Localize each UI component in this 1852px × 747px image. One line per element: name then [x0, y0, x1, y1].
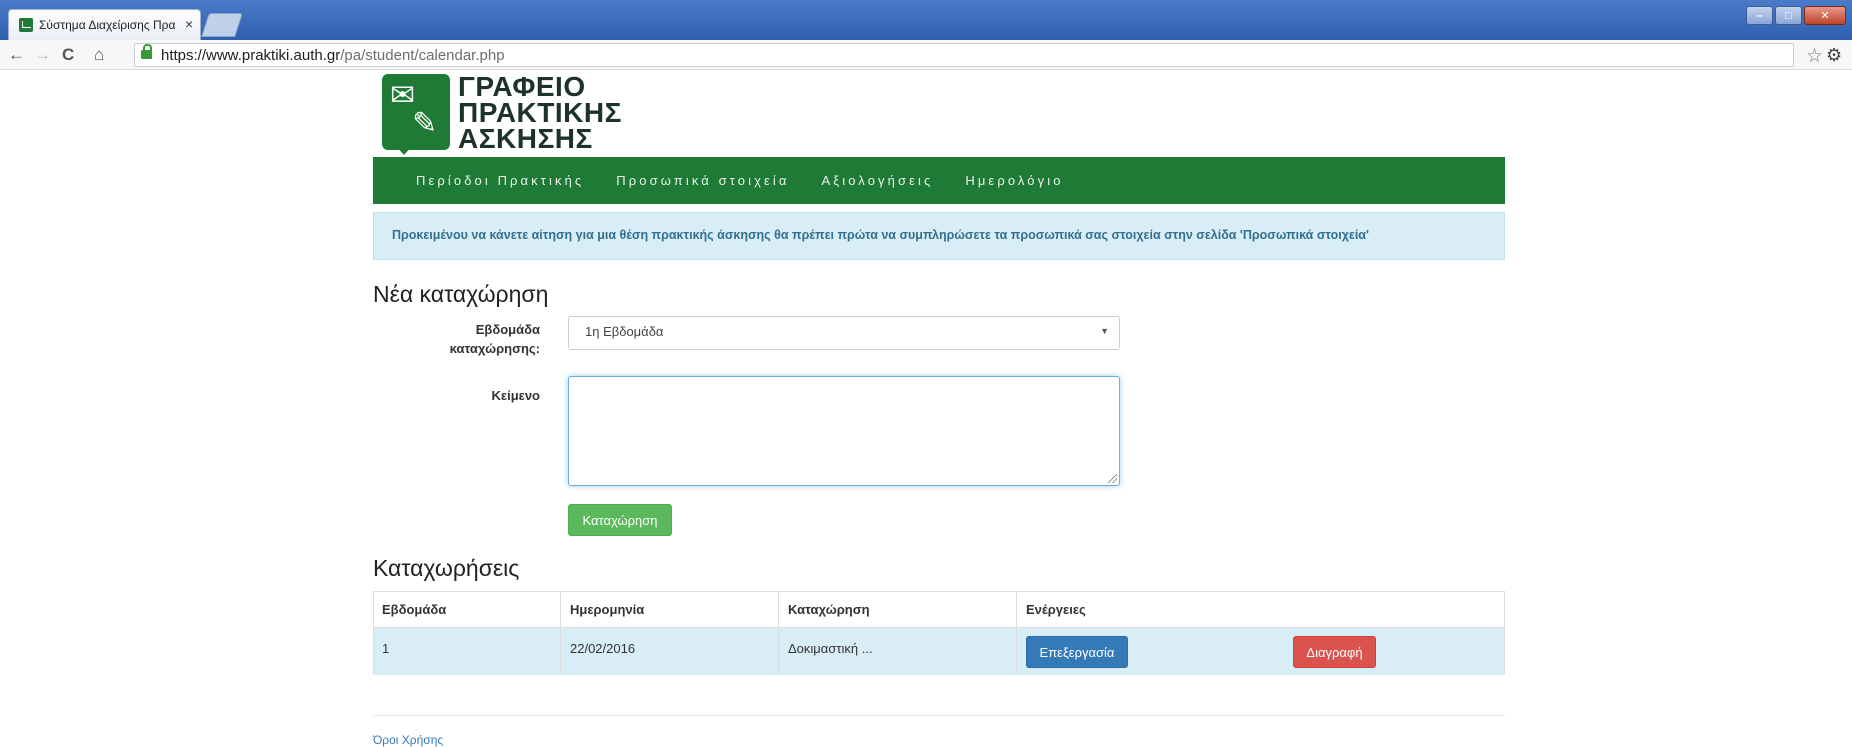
- browser-titlebar: Σύστημα Διαχείρισης Πρα × – □ ✕: [0, 0, 1852, 40]
- browser-menu-icon[interactable]: ⋮: [1846, 46, 1852, 66]
- browser-toolbar: ← → C ⌂ https://www.praktiki.auth.gr/pa/…: [0, 40, 1852, 70]
- main-navbar: Περίοδοι Πρακτικής Προσωπικά στοιχεία Αξ…: [373, 157, 1505, 204]
- home-icon[interactable]: ⌂: [94, 45, 104, 65]
- browser-tab[interactable]: Σύστημα Διαχείρισης Πρα ×: [8, 9, 201, 40]
- col-header-date: Ημερομηνία: [570, 602, 645, 617]
- cell-entry: Δοκιμαστική ...: [788, 641, 873, 656]
- edit-entry-button[interactable]: Επεξεργασία: [1026, 636, 1128, 668]
- url-text: https://www.praktiki.auth.gr/pa/student/…: [161, 47, 505, 64]
- text-label: Κείμενο: [491, 388, 540, 403]
- site-logo-text: ΓΡΑΦΕΙΟ ΠΡΑΚΤΙΚΗΣ ΑΣΚΗΣΗΣ: [458, 73, 622, 154]
- logo-line-3: ΑΣΚΗΣΗΣ: [458, 123, 593, 154]
- minimize-button[interactable]: –: [1746, 6, 1773, 25]
- resize-handle[interactable]: [1108, 474, 1117, 483]
- caret-down-icon: ▼: [1100, 326, 1109, 336]
- nav-item-personal-info[interactable]: Προσωπικά στοιχεία: [616, 173, 789, 188]
- info-alert: Προκειμένου να κάνετε αίτηση για μια θέσ…: [373, 212, 1505, 260]
- week-label: Εβδομάδα καταχώρησης:: [400, 320, 540, 358]
- delete-entry-button[interactable]: Διαγραφή: [1293, 636, 1376, 668]
- tab-close-icon[interactable]: ×: [185, 16, 193, 32]
- nav-item-evaluations[interactable]: Αξιολογήσεις: [822, 173, 934, 188]
- column-divider: [560, 592, 561, 674]
- window-close-button[interactable]: ✕: [1804, 6, 1846, 25]
- maximize-button[interactable]: □: [1775, 6, 1802, 25]
- site-favicon-icon: [19, 18, 33, 32]
- tab-title: Σύστημα Διαχείρισης Πρα: [39, 18, 176, 32]
- lock-icon: [141, 44, 152, 59]
- logo-tools-icon: ✎: [412, 107, 438, 140]
- entry-text-input[interactable]: [568, 376, 1120, 486]
- column-divider: [1016, 592, 1017, 674]
- cell-date: 22/02/2016: [570, 641, 636, 656]
- col-header-week: Εβδομάδα: [382, 602, 447, 617]
- week-label-line-1: Εβδομάδα: [475, 322, 540, 337]
- footer-divider: [373, 715, 1505, 716]
- site-logo-icon[interactable]: ✉ ✎: [382, 74, 450, 150]
- nav-item-calendar[interactable]: Ημερολόγιο: [965, 173, 1063, 188]
- week-select[interactable]: 1η Εβδομάδα ▼: [568, 316, 1120, 350]
- reload-icon[interactable]: C: [62, 45, 74, 65]
- settings-gear-icon[interactable]: ⚙: [1826, 45, 1842, 66]
- submit-entry-button[interactable]: Καταχώρηση: [568, 504, 672, 536]
- cell-week: 1: [382, 641, 390, 656]
- week-select-value: 1η Εβδομάδα: [585, 324, 664, 339]
- form-title: Νέα καταχώρηση: [373, 281, 549, 307]
- back-arrow-icon[interactable]: ←: [8, 45, 25, 65]
- entries-title: Καταχωρήσεις: [373, 555, 520, 581]
- nav-item-periods[interactable]: Περίοδοι Πρακτικής: [416, 173, 584, 188]
- week-label-line-2: καταχώρησης:: [449, 341, 540, 356]
- url-path: /pa/student/calendar.php: [340, 47, 505, 64]
- column-divider: [778, 592, 779, 674]
- col-header-actions: Ενέργειες: [1026, 602, 1086, 617]
- window-controls: – □ ✕: [1746, 6, 1846, 25]
- forward-arrow-icon[interactable]: →: [34, 45, 51, 65]
- bookmark-star-icon[interactable]: ☆: [1806, 45, 1823, 68]
- address-bar[interactable]: https://www.praktiki.auth.gr/pa/student/…: [134, 43, 1794, 67]
- url-host: https://www.praktiki.auth.gr: [161, 47, 341, 64]
- new-tab-button[interactable]: [201, 13, 243, 37]
- logo-pin-tail: [396, 146, 412, 155]
- col-header-entry: Καταχώρηση: [788, 602, 870, 617]
